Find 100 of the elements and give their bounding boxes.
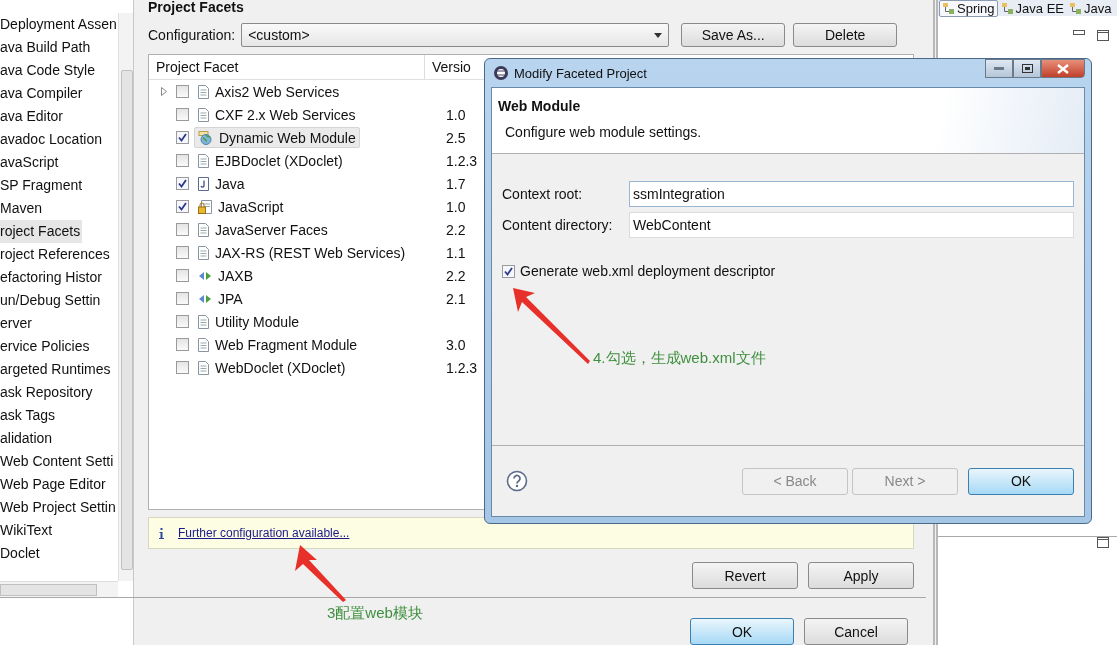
facet-name[interactable]: JAXB <box>194 265 257 286</box>
perspective-tab[interactable]: Java <box>1067 0 1114 16</box>
configuration-link[interactable]: Further configuration available... <box>178 526 350 540</box>
column-header[interactable]: Project Facet <box>149 55 425 79</box>
perspective-tab[interactable]: Spring <box>939 0 998 17</box>
sidebar-item[interactable]: avadoc Location <box>0 128 102 151</box>
sidebar-item[interactable]: Doclet <box>0 542 40 565</box>
wizard-button[interactable]: OK <box>968 467 1074 495</box>
sidebar-item[interactable]: Web Content Setti <box>0 450 114 473</box>
sidebar-item[interactable]: ask Repository <box>0 381 93 404</box>
sidebar-item[interactable]: alidation <box>0 427 53 450</box>
sidebar-item[interactable]: ava Editor <box>0 105 64 128</box>
facet-name[interactable]: Dynamic Web Module <box>194 127 360 148</box>
checkbox[interactable] <box>176 338 189 351</box>
dialog-button[interactable]: OK <box>690 618 794 645</box>
facet-version: 2.5 <box>446 129 466 146</box>
document-icon <box>198 153 209 168</box>
facet-name[interactable]: JPA <box>194 288 247 309</box>
config-button[interactable]: Delete <box>793 23 898 47</box>
document-icon <box>198 107 209 122</box>
expand-icon[interactable] <box>160 87 167 96</box>
sidebar-item[interactable]: roject Facets <box>0 220 83 243</box>
checkbox[interactable] <box>176 269 189 282</box>
column-header[interactable]: Versio <box>425 55 471 79</box>
minimize-icon <box>994 66 1004 71</box>
facet-name[interactable]: CXF 2.x Web Services <box>194 104 360 125</box>
checkbox[interactable] <box>176 131 189 144</box>
facet-version: 1.1 <box>446 244 466 261</box>
horizontal-scrollbar[interactable] <box>0 581 118 597</box>
facet-version: 1.2.3 <box>446 152 478 169</box>
maximize-icon[interactable] <box>1097 537 1109 548</box>
sidebar-item[interactable]: ava Build Path <box>0 36 91 59</box>
field-label: Content directory: <box>502 216 614 233</box>
facet-version: 1.0 <box>446 198 466 215</box>
maximize-button[interactable] <box>1013 59 1041 78</box>
sidebar-item[interactable]: ava Compiler <box>0 82 83 105</box>
checkbox[interactable] <box>176 85 189 98</box>
sidebar-item[interactable]: ask Tags <box>0 404 55 427</box>
minimize-button[interactable] <box>985 59 1013 78</box>
facet-version: 3.0 <box>446 336 466 353</box>
page-heading: Web Module <box>498 98 582 114</box>
info-icon <box>159 527 164 539</box>
sidebar-item[interactable]: Web Project Settin <box>0 496 116 519</box>
sidebar-item[interactable]: WikiText <box>0 519 53 542</box>
sidebar-item[interactable]: efactoring Histor <box>0 266 102 289</box>
close-button[interactable] <box>1041 59 1085 78</box>
facet-name[interactable]: EJBDoclet (XDoclet) <box>194 150 347 171</box>
page-title: Project Facets <box>148 0 245 17</box>
sidebar-item[interactable]: Web Page Editor <box>0 473 106 496</box>
caret-icon <box>654 32 663 38</box>
maximize-icon[interactable] <box>1097 30 1109 41</box>
sidebar-item[interactable]: argeted Runtimes <box>0 358 111 381</box>
text-field[interactable]: ssmIntegration <box>629 180 1074 207</box>
checkbox[interactable] <box>176 223 189 236</box>
sidebar-item[interactable]: ava Code Style <box>0 59 95 82</box>
text-field[interactable]: WebContent <box>629 211 1074 238</box>
checkbox[interactable] <box>176 315 189 328</box>
document-icon <box>198 360 209 375</box>
double-arrow-icon <box>198 293 212 304</box>
window-title: Modify Faceted Project <box>514 65 648 81</box>
checkbox[interactable] <box>176 154 189 167</box>
dialog-button[interactable]: Cancel <box>804 618 908 645</box>
sidebar-item[interactable]: Maven <box>0 197 43 220</box>
facet-name[interactable]: Axis2 Web Services <box>194 81 344 102</box>
page-button[interactable]: Revert <box>692 562 798 589</box>
facet-name[interactable]: JavaServer Faces <box>194 219 332 240</box>
checkbox[interactable] <box>176 246 189 259</box>
facet-name[interactable]: WebDoclet (XDoclet) <box>194 357 350 378</box>
help-icon[interactable] <box>506 470 528 492</box>
sidebar-item[interactable]: avaScript <box>0 151 59 174</box>
document-icon <box>198 84 209 99</box>
config-button[interactable]: Save As... <box>681 23 786 47</box>
page-button[interactable]: Apply <box>808 562 914 589</box>
field-label: Context root: <box>502 185 584 202</box>
sidebar-item[interactable]: SP Fragment <box>0 174 83 197</box>
checkbox[interactable] <box>176 200 189 213</box>
sidebar-item[interactable]: un/Debug Settin <box>0 289 101 312</box>
configuration-dropdown[interactable]: <custom> <box>241 23 670 47</box>
checkbox[interactable] <box>176 292 189 305</box>
sidebar-item[interactable]: ervice Policies <box>0 335 90 358</box>
checkbox[interactable] <box>176 361 189 374</box>
double-arrow-icon <box>198 270 212 281</box>
facet-name[interactable]: JAX-RS (REST Web Services) <box>194 242 410 263</box>
checkbox[interactable] <box>176 177 189 190</box>
checkbox[interactable] <box>502 264 515 278</box>
checkbox-label[interactable]: Generate web.xml deployment descriptor <box>520 263 776 279</box>
facet-name[interactable]: JavaScript <box>194 196 288 217</box>
configuration-label: Configuration: <box>148 27 236 43</box>
sidebar-item[interactable]: Deployment Assen <box>0 13 117 36</box>
facet-name[interactable]: Utility Module <box>194 311 304 332</box>
facet-name[interactable]: Web Fragment Module <box>194 334 362 355</box>
checkbox[interactable] <box>176 108 189 121</box>
scrollbar[interactable] <box>118 13 133 581</box>
sidebar-item[interactable]: roject References <box>0 243 110 266</box>
facet-version: 2.2 <box>446 267 466 284</box>
facet-name[interactable]: Java <box>194 173 249 194</box>
sidebar-item[interactable]: erver <box>0 312 32 335</box>
annotation-text: 4.勾选，生成web.xml文件 <box>593 349 766 368</box>
perspective-tab[interactable]: Java EE <box>998 0 1066 16</box>
minimize-icon[interactable] <box>1073 30 1085 36</box>
